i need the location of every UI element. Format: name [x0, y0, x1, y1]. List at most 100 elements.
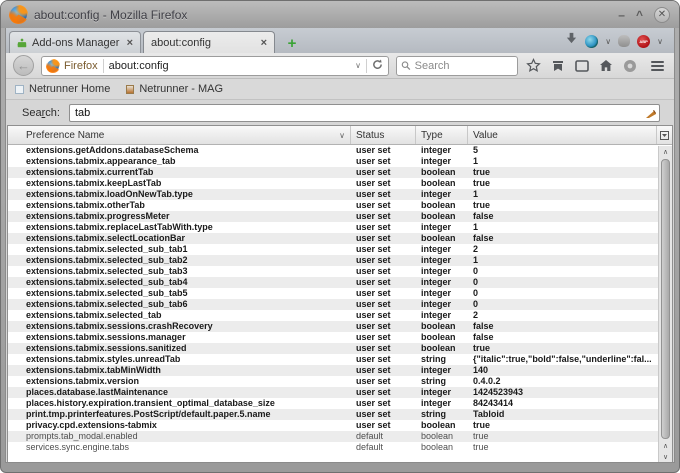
tab-about-config[interactable]: about:config ×	[143, 31, 275, 53]
table-row[interactable]: extensions.tabmix.loadOnNewTab.type user…	[8, 189, 672, 200]
table-row[interactable]: extensions.tabmix.replaceLastTabWith.typ…	[8, 222, 672, 233]
url-text[interactable]: about:config	[109, 60, 351, 72]
table-row[interactable]: extensions.tabmix.selected_sub_tab2 user…	[8, 255, 672, 266]
table-row[interactable]: extensions.tabmix.selectLocationBar user…	[8, 233, 672, 244]
proxy-globe-icon[interactable]	[585, 34, 599, 48]
config-search-label: Search:	[22, 106, 60, 119]
web-search-input[interactable]	[414, 59, 513, 72]
table-row[interactable]: extensions.tabmix.selected_sub_tab3 user…	[8, 266, 672, 277]
bookmark-favicon	[15, 84, 24, 94]
bookmarks-panel-icon[interactable]	[549, 57, 566, 74]
close-button[interactable]: ✕	[654, 6, 670, 23]
pref-name-cell: prompts.tab_modal.enabled	[26, 431, 138, 441]
adblock-icon[interactable]: ABP	[637, 34, 651, 48]
chevron-down-icon[interactable]: ∨	[605, 37, 611, 46]
pref-name-cell: extensions.tabmix.selected_sub_tab5	[26, 288, 188, 298]
column-header-type[interactable]: Type	[416, 126, 468, 144]
column-header-value[interactable]: Value	[468, 126, 657, 144]
url-bar[interactable]: Firefox about:config ∨	[41, 55, 389, 76]
maximize-button[interactable]: ^	[636, 9, 643, 21]
pref-name-cell: extensions.tabmix.selected_sub_tab4	[26, 277, 188, 287]
table-row[interactable]: print.tmp.printerfeatures.PostScript/def…	[8, 409, 672, 420]
tab-groups-icon[interactable]	[573, 57, 590, 74]
url-dropdown-icon[interactable]: ∨	[355, 61, 361, 70]
table-row[interactable]: extensions.tabmix.styles.unreadTab user …	[8, 354, 672, 365]
tab-addons-manager[interactable]: Add-ons Manager ×	[9, 31, 141, 53]
table-row[interactable]: prompts.tab_modal.enabled default boolea…	[8, 431, 672, 442]
table-row[interactable]: extensions.tabmix.progressMeter user set…	[8, 211, 672, 222]
table-row[interactable]: extensions.tabmix.sessions.crashRecovery…	[8, 321, 672, 332]
table-row[interactable]: extensions.tabmix.appearance_tab user se…	[8, 156, 672, 167]
pref-status-cell: user set	[356, 420, 391, 430]
config-search-row: Search:	[7, 100, 673, 125]
table-row[interactable]: extensions.tabmix.tabMinWidth user set i…	[8, 365, 672, 376]
hello-chat-icon[interactable]	[621, 57, 638, 74]
table-row[interactable]: extensions.getAddons.databaseSchema user…	[8, 145, 672, 156]
table-row[interactable]: extensions.tabmix.selected_tab user set …	[8, 310, 672, 321]
table-row[interactable]: extensions.tabmix.otherTab user set bool…	[8, 200, 672, 211]
download-icon[interactable]	[565, 32, 578, 50]
scroll-up-icon[interactable]: ∧	[659, 146, 672, 158]
pref-value-cell: {"italic":true,"bold":false,"underline":…	[473, 354, 652, 364]
pref-value-cell: false	[473, 321, 494, 331]
tab-close-icon[interactable]: ×	[261, 37, 267, 49]
bookmark-netrunner-home[interactable]: Netrunner Home	[15, 83, 110, 95]
config-search-input[interactable]	[68, 103, 660, 122]
pref-status-cell: user set	[356, 200, 391, 210]
pref-type-cell: boolean	[421, 442, 454, 452]
titlebar[interactable]: about:config - Mozilla Firefox – ^ ✕	[1, 1, 679, 28]
new-tab-button[interactable]: +	[279, 33, 305, 53]
scroll-down-icon[interactable]: ∨	[659, 451, 672, 462]
table-row[interactable]: extensions.tabmix.sessions.sanitized use…	[8, 343, 672, 354]
minimize-button[interactable]: –	[618, 9, 625, 21]
clear-search-icon[interactable]	[646, 108, 656, 118]
bookmark-netrunner-mag[interactable]: Netrunner - MAG	[126, 83, 223, 95]
pref-name-cell: places.history.expiration.transient_opti…	[26, 398, 275, 408]
table-row[interactable]: extensions.tabmix.sessions.manager user …	[8, 332, 672, 343]
pref-value-cell: 1	[473, 255, 479, 265]
column-picker-icon[interactable]	[657, 126, 672, 144]
web-search-box[interactable]	[396, 55, 518, 76]
table-row[interactable]: extensions.tabmix.selected_sub_tab4 user…	[8, 277, 672, 288]
vertical-scrollbar[interactable]: ∧ ∧ ∨	[658, 146, 672, 462]
table-row[interactable]: extensions.tabmix.currentTab user set bo…	[8, 167, 672, 178]
table-row[interactable]: extensions.tabmix.version user set strin…	[8, 376, 672, 387]
pref-type-cell: integer	[421, 266, 452, 276]
pref-name-cell: services.sync.engine.tabs	[26, 442, 130, 452]
pref-type-cell: integer	[421, 310, 452, 320]
back-button[interactable]: ←	[13, 55, 34, 76]
home-icon[interactable]	[597, 57, 614, 74]
table-row[interactable]: extensions.tabmix.selected_sub_tab6 user…	[8, 299, 672, 310]
pref-value-cell: true	[473, 343, 491, 353]
tab-close-icon[interactable]: ×	[127, 37, 133, 49]
pref-status-cell: user set	[356, 233, 391, 243]
table-row[interactable]: extensions.tabmix.keepLastTab user set b…	[8, 178, 672, 189]
scroll-up-icon[interactable]: ∧	[659, 440, 672, 451]
pref-value-cell: 84243414	[473, 398, 514, 408]
chevron-down-icon[interactable]: ∨	[657, 37, 663, 46]
pref-value-cell: true	[473, 167, 491, 177]
pref-value-cell: true	[473, 200, 491, 210]
pref-value-cell: 1424523943	[473, 387, 524, 397]
scrollbar-thumb[interactable]	[661, 159, 670, 439]
pref-type-cell: integer	[421, 277, 452, 287]
table-row[interactable]: places.database.lastMaintenance user set…	[8, 387, 672, 398]
table-row[interactable]: extensions.tabmix.selected_sub_tab1 user…	[8, 244, 672, 255]
disabled-addon-icon[interactable]	[618, 35, 631, 47]
pref-value-cell: 1	[473, 189, 479, 199]
bookmark-star-icon[interactable]	[525, 57, 542, 74]
menu-icon[interactable]	[648, 60, 667, 71]
table-row[interactable]: places.history.expiration.transient_opti…	[8, 398, 672, 409]
pref-name-cell: extensions.tabmix.selected_sub_tab1	[26, 244, 188, 254]
pref-type-cell: boolean	[421, 200, 456, 210]
pref-type-cell: string	[421, 409, 447, 419]
table-row[interactable]: services.sync.engine.tabs default boolea…	[8, 442, 672, 453]
column-header-preference-name[interactable]: Preference Name ∨	[8, 126, 351, 144]
bookmark-label: Netrunner Home	[29, 83, 111, 95]
table-row[interactable]: privacy.cpd.extensions-tabmix user set b…	[8, 420, 672, 431]
window-title: about:config - Mozilla Firefox	[34, 7, 188, 22]
firefox-favicon	[46, 58, 60, 73]
reload-icon[interactable]	[372, 59, 383, 73]
column-header-status[interactable]: Status	[351, 126, 416, 144]
table-row[interactable]: extensions.tabmix.selected_sub_tab5 user…	[8, 288, 672, 299]
